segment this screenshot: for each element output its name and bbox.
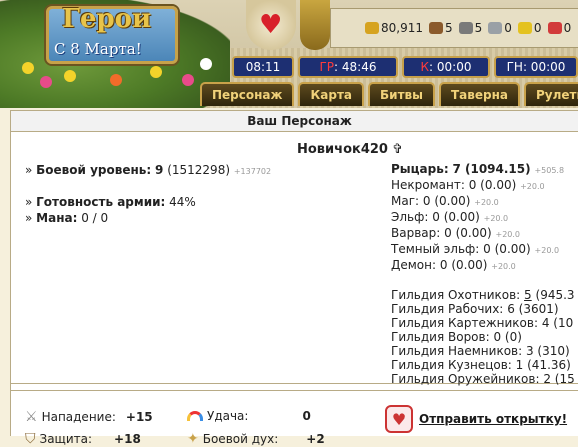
wood-icon (429, 22, 443, 34)
guild-row-thieves: Гильдия Воров: 0 (0) (391, 330, 522, 344)
faction-row-barbarian: Варвар: 0 (0.00) +20.0 (391, 226, 520, 240)
guild-row-workers: Гильдия Рабочих: 6 (3601) (391, 302, 559, 316)
tab-map[interactable]: Карта (298, 82, 365, 106)
timer-k: К: 00:00 (402, 56, 490, 78)
page-title: Ваш Персонаж (11, 110, 578, 132)
faction-row-dark-elf: Темный эльф: 0 (0.00) +20.0 (391, 242, 560, 256)
character-panel: Новичок420 ✞ » Боевой уровень: 9 (1512298… (11, 132, 578, 386)
flower-icon (22, 62, 34, 74)
attack-stat: ⚔ Нападение: +15 (25, 409, 153, 425)
faction-row-demon: Демон: 0 (0.00) +20.0 (391, 258, 516, 272)
timer-gr: ГР: 48:46 (298, 56, 398, 78)
content-area: Ваш Персонаж Новичок420 ✞ » Боевой уровен… (10, 110, 578, 447)
flower-icon (200, 58, 212, 70)
rainbow-icon (187, 411, 203, 421)
combat-level-row: » Боевой уровень: 9 (1512298) +137702 (25, 163, 272, 177)
flower-icon (182, 74, 194, 86)
faction-row-necromancer: Некромант: 0 (0.00) +20.0 (391, 178, 545, 192)
resources-bar: 80,911 5 5 0 0 0 (330, 8, 578, 48)
send-card-link[interactable]: Отправить открытку! (419, 412, 567, 426)
mana-row: » Мана: 0 / 0 (25, 211, 109, 225)
mercury-icon (488, 22, 503, 34)
faction-stats: Рыцарь: 7 (1094.15) +505.8 Некромант: 0 … (391, 162, 575, 386)
character-name: Новичок420 ✞ (297, 142, 403, 157)
sulfur-icon (517, 22, 532, 34)
guild-row-smiths: Гильдия Кузнецов: 1 (41.36) (391, 358, 571, 372)
faction-row-mage: Маг: 0 (0.00) +20.0 (391, 194, 499, 208)
gold-icon (365, 22, 379, 34)
heart-badge[interactable]: ♥ (246, 0, 296, 50)
resource-crystal: 0 (547, 21, 571, 35)
ore-icon (458, 22, 473, 34)
heart-icon: ♥ (259, 10, 283, 40)
tab-character[interactable]: Персонаж (200, 82, 295, 106)
guild-hunters-level-link[interactable]: 5 (524, 288, 532, 302)
tab-battles[interactable]: Битвы (368, 82, 435, 106)
tab-tavern[interactable]: Таверна (439, 82, 520, 106)
combat-stats-panel: ⚔ Нападение: +15 Удача: 0 ⛉ Защита: +18 … (11, 390, 578, 447)
flower-icon (110, 74, 122, 86)
resource-gold: 80,911 (365, 21, 423, 35)
resource-mercury: 0 (488, 21, 512, 35)
guild-row-hunters: Гильдия Охотников: 5 (945.3 (391, 288, 575, 302)
crystal-icon (547, 22, 562, 34)
morale-stat: ✦ Боевой дух: +2 (187, 431, 325, 447)
logo-subtitle: С 8 Марта! (54, 40, 142, 58)
knight-cross-icon: ✞ (391, 142, 403, 157)
swords-icon: ⚔ (25, 409, 38, 425)
timer-clock: 08:11 (232, 56, 294, 78)
main-nav: Персонаж Карта Битвы Таверна Рулетка (200, 82, 578, 106)
header: Герои С 8 Марта! ♥ 80,911 5 5 0 0 0 08:1… (0, 0, 578, 108)
shield-icon: ⛉ (25, 431, 36, 447)
helmet-icon (300, 0, 330, 50)
guild-row-gamblers: Гильдия Картежников: 4 (10 (391, 316, 574, 330)
guild-row-mercenaries: Гильдия Наемников: 3 (310) (391, 344, 570, 358)
faction-row-elf: Эльф: 0 (0.00) +20.0 (391, 210, 509, 224)
faction-row-knight: Рыцарь: 7 (1094.15) +505.8 (391, 162, 565, 176)
main-stats: » Боевой уровень: 9 (1512298) +137702 » … (25, 162, 271, 226)
defense-stat: ⛉ Защита: +18 (25, 431, 141, 447)
resource-wood: 5 (429, 21, 453, 35)
logo-title: Герои (62, 4, 152, 34)
flower-icon (64, 70, 76, 82)
flower-icon (150, 66, 162, 78)
postcard-icon[interactable]: ♥ (385, 405, 413, 433)
timers-bar: 08:11 ГР: 48:46 К: 00:00 ГН: 00:00 (232, 56, 578, 78)
timer-gn: ГН: 00:00 (494, 56, 578, 78)
logo[interactable]: Герои С 8 Марта! (0, 0, 230, 108)
army-readiness-row: » Готовность армии: 44% (25, 195, 196, 209)
luck-stat: Удача: 0 (187, 409, 311, 423)
guild-row-gunsmiths: Гильдия Оружейников: 2 (15 (391, 372, 575, 386)
morale-icon: ✦ (187, 431, 199, 447)
resource-sulfur: 0 (517, 21, 542, 35)
tab-roulette[interactable]: Рулетка (524, 82, 578, 106)
flower-icon (40, 76, 52, 88)
resource-ore: 5 (458, 21, 482, 35)
send-card-block[interactable]: ♥ Отправить открытку! (385, 405, 567, 433)
